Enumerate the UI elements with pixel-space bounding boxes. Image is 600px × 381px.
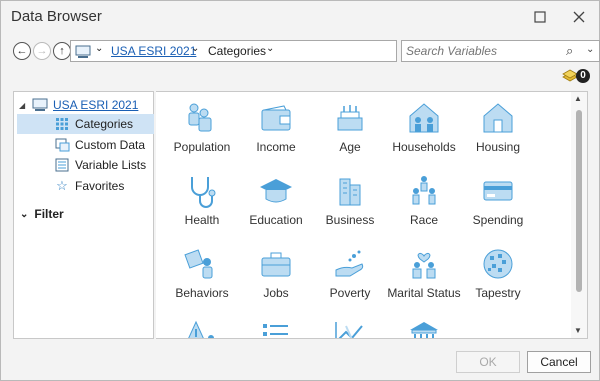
tree-item-variable-lists[interactable]: Variable Lists — [17, 155, 154, 175]
vertical-scrollbar[interactable]: ▲ ▼ — [571, 92, 587, 338]
dialog-footer: OK Cancel — [1, 344, 599, 380]
close-button[interactable] — [564, 5, 594, 29]
category-tile[interactable]: Race — [386, 169, 462, 241]
list-icon — [53, 158, 71, 172]
tree-item-label: Categories — [75, 117, 134, 131]
household-icon — [406, 100, 442, 136]
category-tile[interactable] — [164, 314, 240, 338]
chevron-down-icon[interactable]: ⌄ — [20, 209, 28, 220]
computer-icon — [75, 45, 91, 58]
window-title: Data Browser — [11, 8, 102, 25]
category-tile[interactable]: Marital Status — [386, 242, 462, 314]
category-label: Spending — [472, 213, 524, 227]
marital-status-icon — [406, 246, 442, 282]
grid-icon — [53, 117, 71, 131]
stethoscope-icon — [184, 173, 220, 209]
behaviors-icon — [184, 246, 220, 282]
house-icon — [480, 100, 516, 136]
cake-icon — [332, 100, 368, 136]
custom-data-icon — [53, 138, 71, 152]
scroll-down-icon[interactable]: ▼ — [574, 326, 582, 335]
warning-person-icon — [184, 318, 220, 338]
scrollbar-thumb[interactable] — [576, 110, 582, 292]
filter-section[interactable]: ⌄ Filter — [20, 204, 157, 224]
tree-item-label: Custom Data — [75, 138, 146, 152]
search-box[interactable]: ⌕ ⌄ — [401, 40, 600, 62]
arrow-up-icon: ↑ — [59, 45, 65, 57]
briefcase-icon — [258, 246, 294, 282]
trend-chart-icon — [332, 318, 368, 338]
category-tile[interactable]: Age — [312, 96, 388, 168]
tree-item-label: Favorites — [75, 179, 125, 193]
maximize-icon — [534, 11, 546, 23]
navigation-pane: ◢ USA ESRI 2021 Categories Custom Data V… — [13, 91, 154, 339]
chevron-down-icon[interactable]: ⌄ — [95, 43, 103, 54]
category-tile[interactable]: Income — [238, 96, 314, 168]
breadcrumb-root[interactable]: USA ESRI 2021 — [111, 44, 196, 58]
star-icon: ☆ — [56, 178, 68, 193]
category-tile[interactable]: Spending — [460, 169, 536, 241]
tree-item-favorites[interactable]: ☆ Favorites — [17, 176, 154, 196]
tapestry-globe-icon — [480, 246, 516, 282]
category-tile[interactable] — [312, 314, 388, 338]
breadcrumb[interactable]: ⌄ USA ESRI 2021 ⌄ Categories ⌄ ⟳ — [70, 40, 443, 62]
filter-label: Filter — [34, 207, 64, 221]
arrow-left-icon: ← — [16, 45, 28, 57]
category-tile[interactable]: Business — [312, 169, 388, 241]
layer-count-badge: 0 — [576, 69, 590, 83]
government-building-icon — [406, 318, 442, 338]
maximize-button[interactable] — [525, 5, 555, 29]
category-tile[interactable] — [386, 314, 462, 338]
graduation-cap-icon — [258, 173, 294, 209]
category-tile[interactable]: Poverty — [312, 242, 388, 314]
checklist-icon — [258, 318, 294, 338]
poverty-hand-icon — [332, 246, 368, 282]
chevron-down-icon[interactable]: ⌄ — [586, 44, 594, 55]
category-tile[interactable]: Health — [164, 169, 240, 241]
tree-root[interactable]: ◢ USA ESRI 2021 — [14, 95, 151, 115]
back-button[interactable]: ← — [13, 42, 31, 60]
layers-indicator[interactable]: 0 — [561, 67, 591, 87]
ok-button[interactable]: OK — [456, 351, 520, 373]
category-label: Housing — [475, 140, 521, 154]
search-icon[interactable]: ⌕ — [566, 43, 573, 59]
wallet-icon — [258, 100, 294, 136]
category-tile[interactable]: Households — [386, 96, 462, 168]
search-input[interactable] — [406, 43, 556, 59]
collapse-triangle-icon[interactable]: ◢ — [19, 101, 31, 110]
close-icon — [573, 11, 585, 23]
category-tile[interactable]: Behaviors — [164, 242, 240, 314]
breadcrumb-current[interactable]: Categories — [208, 44, 266, 58]
arrow-right-icon: → — [36, 45, 48, 57]
category-tile[interactable]: Housing — [460, 96, 536, 168]
tree-root-label[interactable]: USA ESRI 2021 — [53, 98, 138, 112]
credit-card-icon — [480, 173, 516, 209]
cancel-button[interactable]: Cancel — [527, 351, 591, 373]
race-people-icon — [406, 173, 442, 209]
tree-item-label: Variable Lists — [75, 158, 147, 172]
computer-icon — [31, 98, 49, 112]
categories-pane: Population Income Age Households Housing Heal… — [156, 91, 588, 339]
buildings-icon — [332, 173, 368, 209]
category-tile[interactable]: Population — [164, 96, 240, 168]
category-tile[interactable]: Education — [238, 169, 314, 241]
tree-item-custom-data[interactable]: Custom Data — [17, 135, 154, 155]
category-tile[interactable]: Jobs — [238, 242, 314, 314]
toolbar: ← → ↑ ⌄ USA ESRI 2021 ⌄ Categories ⌄ ⟳ ⌕… — [11, 40, 600, 64]
data-browser-window: Data Browser ← → ↑ ⌄ USA ESRI 2021 ⌄ Cat… — [0, 0, 600, 381]
up-button[interactable]: ↑ — [53, 42, 71, 60]
scroll-up-icon[interactable]: ▲ — [574, 94, 582, 103]
tree-item-categories[interactable]: Categories — [17, 114, 154, 134]
chevron-down-icon[interactable]: ⌄ — [191, 43, 199, 54]
forward-button[interactable]: → — [33, 42, 51, 60]
category-label: Tapestry — [475, 286, 521, 300]
category-tile[interactable] — [238, 314, 314, 338]
population-icon — [184, 100, 220, 136]
category-tile[interactable]: Tapestry — [460, 242, 536, 314]
title-bar: Data Browser — [1, 1, 599, 33]
chevron-down-icon[interactable]: ⌄ — [266, 43, 274, 54]
